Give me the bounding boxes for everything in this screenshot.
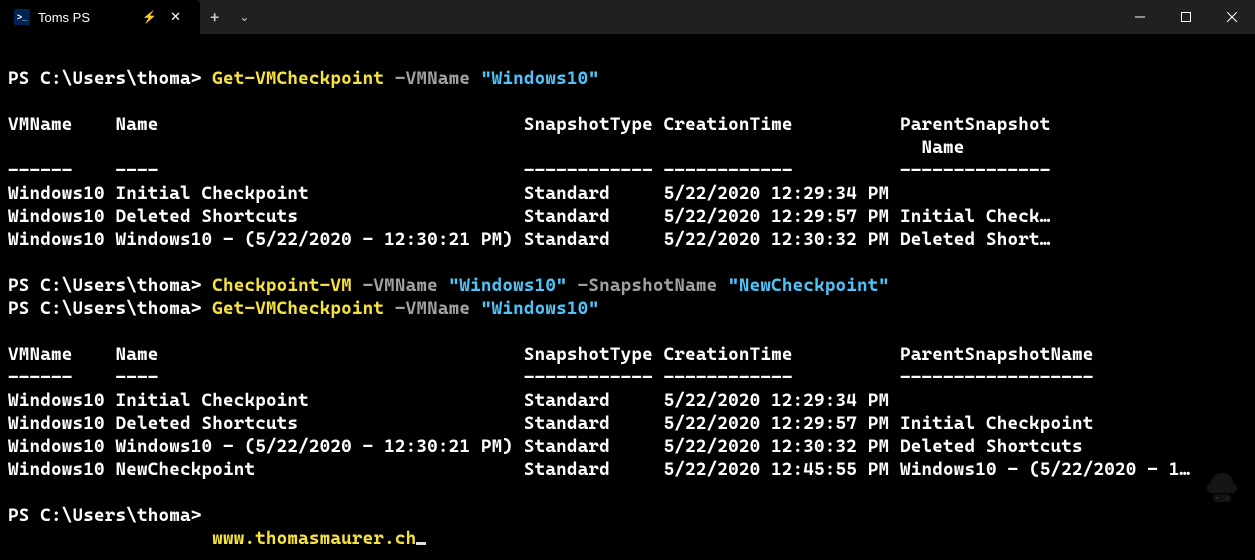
- cell: Initial Checkpoint: [900, 413, 1093, 434]
- table-row: Windows10 Initial Checkpoint Standard 5/…: [8, 390, 889, 411]
- tab-title: Toms PS: [38, 10, 134, 25]
- cell: Standard: [524, 206, 610, 227]
- table-header-line2: Name: [8, 137, 964, 158]
- table-header: VMName Name SnapshotType CreationTime Pa…: [8, 114, 1051, 135]
- cell: 5/22/2020 12:29:34 PM: [664, 183, 890, 204]
- col-name: Name: [115, 114, 158, 135]
- cmdlet: Checkpoint-VM: [212, 275, 352, 296]
- cell: Windows10: [8, 206, 105, 227]
- col-parent: ParentSnapshot: [900, 114, 1050, 135]
- cell: Windows10: [8, 229, 105, 250]
- dash: ----: [115, 160, 158, 181]
- cursor-icon: [416, 542, 426, 545]
- cell: Deleted Shortcuts: [115, 206, 298, 227]
- arg: "NewCheckpoint": [728, 275, 889, 296]
- col-snapshot: SnapshotType: [524, 344, 653, 365]
- cell: Windows10 - (5/22/2020 - 12:30:21 PM): [115, 229, 513, 250]
- tab-active[interactable]: >_ Toms PS ⚡ ✕: [0, 0, 200, 34]
- arg: "Windows10": [481, 68, 599, 89]
- arg: "Windows10": [481, 298, 599, 319]
- param: -VMName: [395, 298, 470, 319]
- table-row: Windows10 Initial Checkpoint Standard 5/…: [8, 183, 889, 204]
- table-dashes: ------ ---- ------------ ------------ --…: [8, 160, 1051, 181]
- cell: Windows10: [8, 459, 105, 480]
- footer-url: www.thomasmaurer.ch: [212, 528, 416, 549]
- dash: ------------------: [900, 367, 1093, 388]
- cell: Deleted Short…: [900, 229, 1050, 250]
- dash: ------------: [664, 367, 793, 388]
- cell: Windows10: [8, 390, 105, 411]
- dash: ------------: [524, 160, 653, 181]
- cmdlet: Get-VMCheckpoint: [212, 298, 384, 319]
- col-name: Name: [115, 344, 158, 365]
- dash: ------------: [664, 160, 793, 181]
- col-vmname: VMName: [8, 344, 72, 365]
- dash: ------: [8, 367, 72, 388]
- tab-dropdown-button[interactable]: ⌄: [229, 0, 259, 34]
- prompt: PS C:\Users\thoma>: [8, 275, 201, 296]
- col-snapshot: SnapshotType: [524, 114, 653, 135]
- minimize-button[interactable]: [1117, 0, 1163, 34]
- terminal-output[interactable]: PS C:\Users\thoma> Get-VMCheckpoint -VMN…: [0, 34, 1255, 560]
- cell: Standard: [524, 183, 610, 204]
- param: -SnapshotName: [578, 275, 718, 296]
- prompt: PS C:\Users\thoma>: [8, 298, 201, 319]
- cell: Standard: [524, 229, 610, 250]
- maximize-button[interactable]: [1163, 0, 1209, 34]
- table-row: Windows10 NewCheckpoint Standard 5/22/20…: [8, 459, 1190, 480]
- cell: Standard: [524, 390, 610, 411]
- cell: Initial Checkpoint: [115, 390, 308, 411]
- titlebar-left: >_ Toms PS ⚡ ✕ + ⌄: [0, 0, 259, 34]
- prompt: PS C:\Users\thoma>: [8, 505, 201, 526]
- close-window-button[interactable]: [1209, 0, 1255, 34]
- cell: Standard: [524, 413, 610, 434]
- cell: Deleted Shortcuts: [900, 436, 1083, 457]
- col-creation: CreationTime: [664, 114, 793, 135]
- cell: 5/22/2020 12:29:57 PM: [664, 413, 890, 434]
- table-row: Windows10 Deleted Shortcuts Standard 5/2…: [8, 206, 1051, 227]
- cell: 5/22/2020 12:29:57 PM: [664, 206, 890, 227]
- col-vmname: VMName: [8, 114, 72, 135]
- cell: Windows10: [8, 413, 105, 434]
- cell: Windows10 - (5/22/2020 - 12:30:21 PM): [115, 436, 513, 457]
- cell: Standard: [524, 459, 610, 480]
- cell: Windows10: [8, 183, 105, 204]
- cell: Standard: [524, 436, 610, 457]
- prompt: PS C:\Users\thoma>: [8, 68, 201, 89]
- cell: Initial Checkpoint: [115, 183, 308, 204]
- dash: ------------: [524, 367, 653, 388]
- window-controls: [1117, 0, 1255, 34]
- table-header: VMName Name SnapshotType CreationTime Pa…: [8, 344, 1094, 365]
- cell: 5/22/2020 12:45:55 PM: [664, 459, 890, 480]
- new-tab-button[interactable]: +: [200, 0, 229, 34]
- titlebar: >_ Toms PS ⚡ ✕ + ⌄: [0, 0, 1255, 34]
- cmdlet: Get-VMCheckpoint: [212, 68, 384, 89]
- col-creation: CreationTime: [664, 344, 793, 365]
- tab-close-button[interactable]: ✕: [165, 7, 186, 27]
- cell: 5/22/2020 12:30:32 PM: [664, 229, 890, 250]
- cell: 5/22/2020 12:29:34 PM: [664, 390, 890, 411]
- cell: 5/22/2020 12:30:32 PM: [664, 436, 890, 457]
- cell: Windows10: [8, 436, 105, 457]
- cell: Deleted Shortcuts: [115, 413, 298, 434]
- cell: NewCheckpoint: [115, 459, 255, 480]
- table-row: Windows10 Windows10 - (5/22/2020 - 12:30…: [8, 436, 1083, 457]
- table-dashes: ------ ---- ------------ ------------ --…: [8, 367, 1094, 388]
- col-parent: ParentSnapshotName: [900, 344, 1093, 365]
- col-parent-2: Name: [921, 137, 964, 158]
- watermark-icon: [1199, 461, 1245, 507]
- dash: ------: [8, 160, 72, 181]
- param: -VMName: [395, 68, 470, 89]
- table-row: Windows10 Windows10 - (5/22/2020 - 12:30…: [8, 229, 1051, 250]
- bolt-icon: ⚡: [142, 10, 157, 24]
- table-row: Windows10 Deleted Shortcuts Standard 5/2…: [8, 413, 1093, 434]
- cell: Windows10 - (5/22/2020 - 1…: [900, 459, 1190, 480]
- cell: Initial Check…: [900, 206, 1050, 227]
- powershell-icon: >_: [14, 9, 30, 25]
- param: -VMName: [363, 275, 438, 296]
- dash: --------------: [900, 160, 1050, 181]
- dash: ----: [115, 367, 158, 388]
- arg: "Windows10": [449, 275, 567, 296]
